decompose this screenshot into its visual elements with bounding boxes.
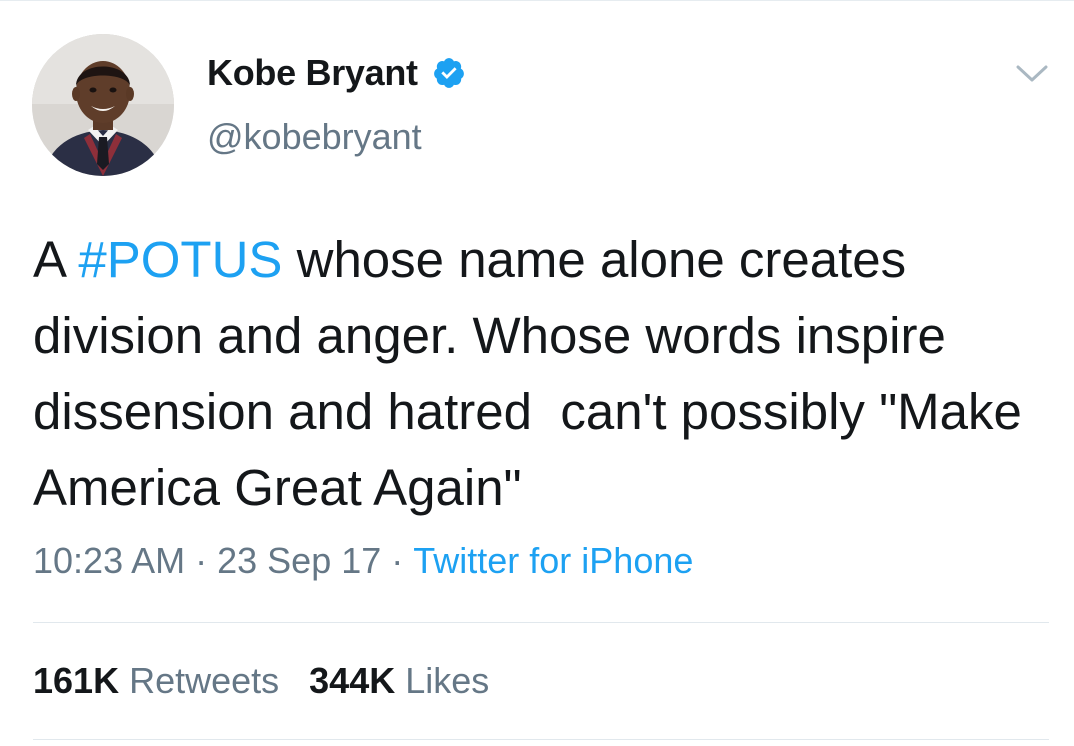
author-display-name[interactable]: Kobe Bryant bbox=[207, 52, 418, 94]
verified-badge-icon bbox=[433, 58, 464, 88]
meta-separator: · bbox=[195, 540, 208, 581]
tweet-source-link[interactable]: Twitter for iPhone bbox=[413, 540, 693, 581]
likes-label: Likes bbox=[405, 660, 490, 701]
divider bbox=[33, 622, 1049, 623]
meta-separator: · bbox=[391, 540, 404, 581]
avatar[interactable] bbox=[32, 34, 174, 176]
hashtag-link[interactable]: #POTUS bbox=[78, 231, 282, 288]
top-divider bbox=[0, 0, 1074, 1]
author-handle[interactable]: @kobebryant bbox=[207, 116, 422, 158]
retweets-count: 161K bbox=[33, 660, 120, 701]
tweet-date: 23 Sep 17 bbox=[217, 540, 382, 581]
tweet-text-prefix: A bbox=[33, 231, 79, 288]
likes-stat[interactable]: 344K Likes bbox=[309, 660, 489, 701]
divider bbox=[33, 739, 1049, 740]
likes-count: 344K bbox=[309, 660, 396, 701]
tweet-meta: 10:23 AM · 23 Sep 17 · Twitter for iPhone bbox=[33, 540, 693, 582]
retweets-stat[interactable]: 161K Retweets bbox=[33, 660, 279, 701]
avatar-photo-icon bbox=[32, 34, 174, 176]
tweet-time: 10:23 AM bbox=[33, 540, 186, 581]
tweet-stats: 161K Retweets 344K Likes bbox=[33, 660, 489, 702]
author-name-row[interactable]: Kobe Bryant bbox=[207, 50, 466, 96]
tweet-text: A #POTUS whose name alone creates divisi… bbox=[33, 222, 1063, 526]
chevron-down-icon[interactable] bbox=[1015, 60, 1049, 86]
retweets-label: Retweets bbox=[129, 660, 280, 701]
